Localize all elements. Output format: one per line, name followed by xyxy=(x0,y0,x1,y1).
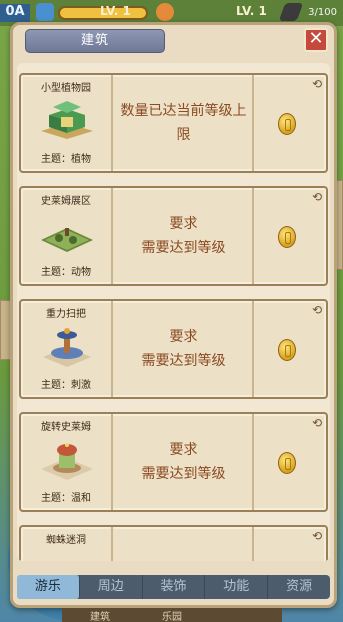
spinning-slime-icon xyxy=(41,443,93,480)
bottom-nav-strip: 建筑 乐园 xyxy=(62,608,282,622)
status-line: 要求 xyxy=(169,329,198,345)
card-price[interactable]: ⟲ xyxy=(252,301,326,397)
building-name: 蜘蛛迷洞 xyxy=(46,535,86,546)
close-icon: ✕ xyxy=(308,28,324,49)
rotate-icon[interactable]: ⟲ xyxy=(312,303,322,317)
building-name: 旋转史莱姆 xyxy=(41,422,91,433)
building-name: 史莱姆展区 xyxy=(41,196,91,207)
card-price[interactable]: ⟲ xyxy=(252,188,326,284)
rotate-icon[interactable]: ⟲ xyxy=(312,416,322,430)
gravity-broom-icon xyxy=(43,328,91,367)
card-price[interactable]: ⟲ xyxy=(252,75,326,171)
tab-resources[interactable]: 资源 xyxy=(268,575,330,599)
status-line: 需要达到等级 xyxy=(141,240,226,256)
building-card[interactable]: 旋转史莱姆 主题：温和 要求 需要达到等级 ⟲ xyxy=(19,412,328,512)
building-theme: 主题：刺激 xyxy=(41,380,91,391)
rotate-icon[interactable]: ⟲ xyxy=(312,190,322,204)
card-info: 重力扫把 主题：刺激 xyxy=(21,301,113,397)
hat-icon xyxy=(278,3,304,21)
coin-icon xyxy=(278,113,296,135)
category-tabs: 游乐 周边 装饰 功能 资源 xyxy=(17,575,330,599)
tab-rides[interactable]: 游乐 xyxy=(17,575,80,599)
card-info: 旋转史莱姆 主题：温和 xyxy=(21,414,113,510)
status-line: 要求 xyxy=(169,442,198,458)
card-info: 蜘蛛迷洞 xyxy=(21,527,113,561)
level-badge: 0A xyxy=(0,4,30,22)
building-theme: 主题：动物 xyxy=(41,267,91,278)
level-text-secondary: LV. 1 xyxy=(236,4,267,18)
tab-peripheral[interactable]: 周边 xyxy=(80,575,143,599)
clock-icon[interactable] xyxy=(156,3,174,21)
card-status: 要求 需要达到等级 xyxy=(115,188,252,284)
status-line: 需要达到等级 xyxy=(141,466,226,482)
greenhouse-building-icon xyxy=(41,101,93,139)
building-name: 小型植物园 xyxy=(41,83,91,94)
card-price[interactable]: ⟲ xyxy=(252,527,326,561)
building-list[interactable]: 小型植物园 主题：植物 数量已达当前等级上限 ⟲ 史莱姆展区 主题：动物 要求 … xyxy=(17,63,330,561)
status-line: 需要达到等级 xyxy=(141,353,226,369)
coin-icon xyxy=(278,452,296,474)
coin-icon xyxy=(278,226,296,248)
card-status: 要求 需要达到等级 xyxy=(115,414,252,510)
build-panel: 建筑 ✕ 小型植物园 主题：植物 数量已达当前等级上限 ⟲ 史莱姆展区 主题：动… xyxy=(10,22,337,608)
coin-icon xyxy=(278,339,296,361)
card-info: 小型植物园 主题：植物 xyxy=(21,75,113,171)
tab-decoration[interactable]: 装饰 xyxy=(143,575,206,599)
card-info: 史莱姆展区 主题：动物 xyxy=(21,188,113,284)
energy-icon xyxy=(36,3,54,21)
close-button[interactable]: ✕ xyxy=(304,28,328,52)
bottom-nav-park[interactable]: 乐园 xyxy=(162,608,182,622)
panel-title: 建筑 xyxy=(25,29,165,53)
tab-function[interactable]: 功能 xyxy=(205,575,269,599)
status-line: 数量已达当前等级上限 xyxy=(120,103,247,143)
building-card[interactable]: 小型植物园 主题：植物 数量已达当前等级上限 ⟲ xyxy=(19,73,328,173)
status-line: 要求 xyxy=(169,216,198,232)
rotate-icon[interactable]: ⟲ xyxy=(312,529,322,543)
rotate-icon[interactable]: ⟲ xyxy=(312,77,322,91)
building-card[interactable]: 史莱姆展区 主题：动物 要求 需要达到等级 ⟲ xyxy=(19,186,328,286)
card-price[interactable]: ⟲ xyxy=(252,414,326,510)
level-text: LV. 1 xyxy=(100,4,131,18)
bottom-nav-build[interactable]: 建筑 xyxy=(90,608,110,622)
building-card[interactable]: 重力扫把 主题：刺激 要求 需要达到等级 ⟲ xyxy=(19,299,328,399)
card-status: 要求 需要达到等级 xyxy=(115,301,252,397)
building-theme: 主题：温和 xyxy=(41,493,91,504)
building-card[interactable]: 蜘蛛迷洞 ⟲ xyxy=(19,525,328,561)
capacity-counter: 3/100 xyxy=(308,7,337,18)
building-theme: 主题：植物 xyxy=(41,154,91,165)
building-name: 重力扫把 xyxy=(46,309,86,320)
slime-exhibit-icon xyxy=(41,228,93,252)
card-status: 数量已达当前等级上限 xyxy=(115,75,252,171)
